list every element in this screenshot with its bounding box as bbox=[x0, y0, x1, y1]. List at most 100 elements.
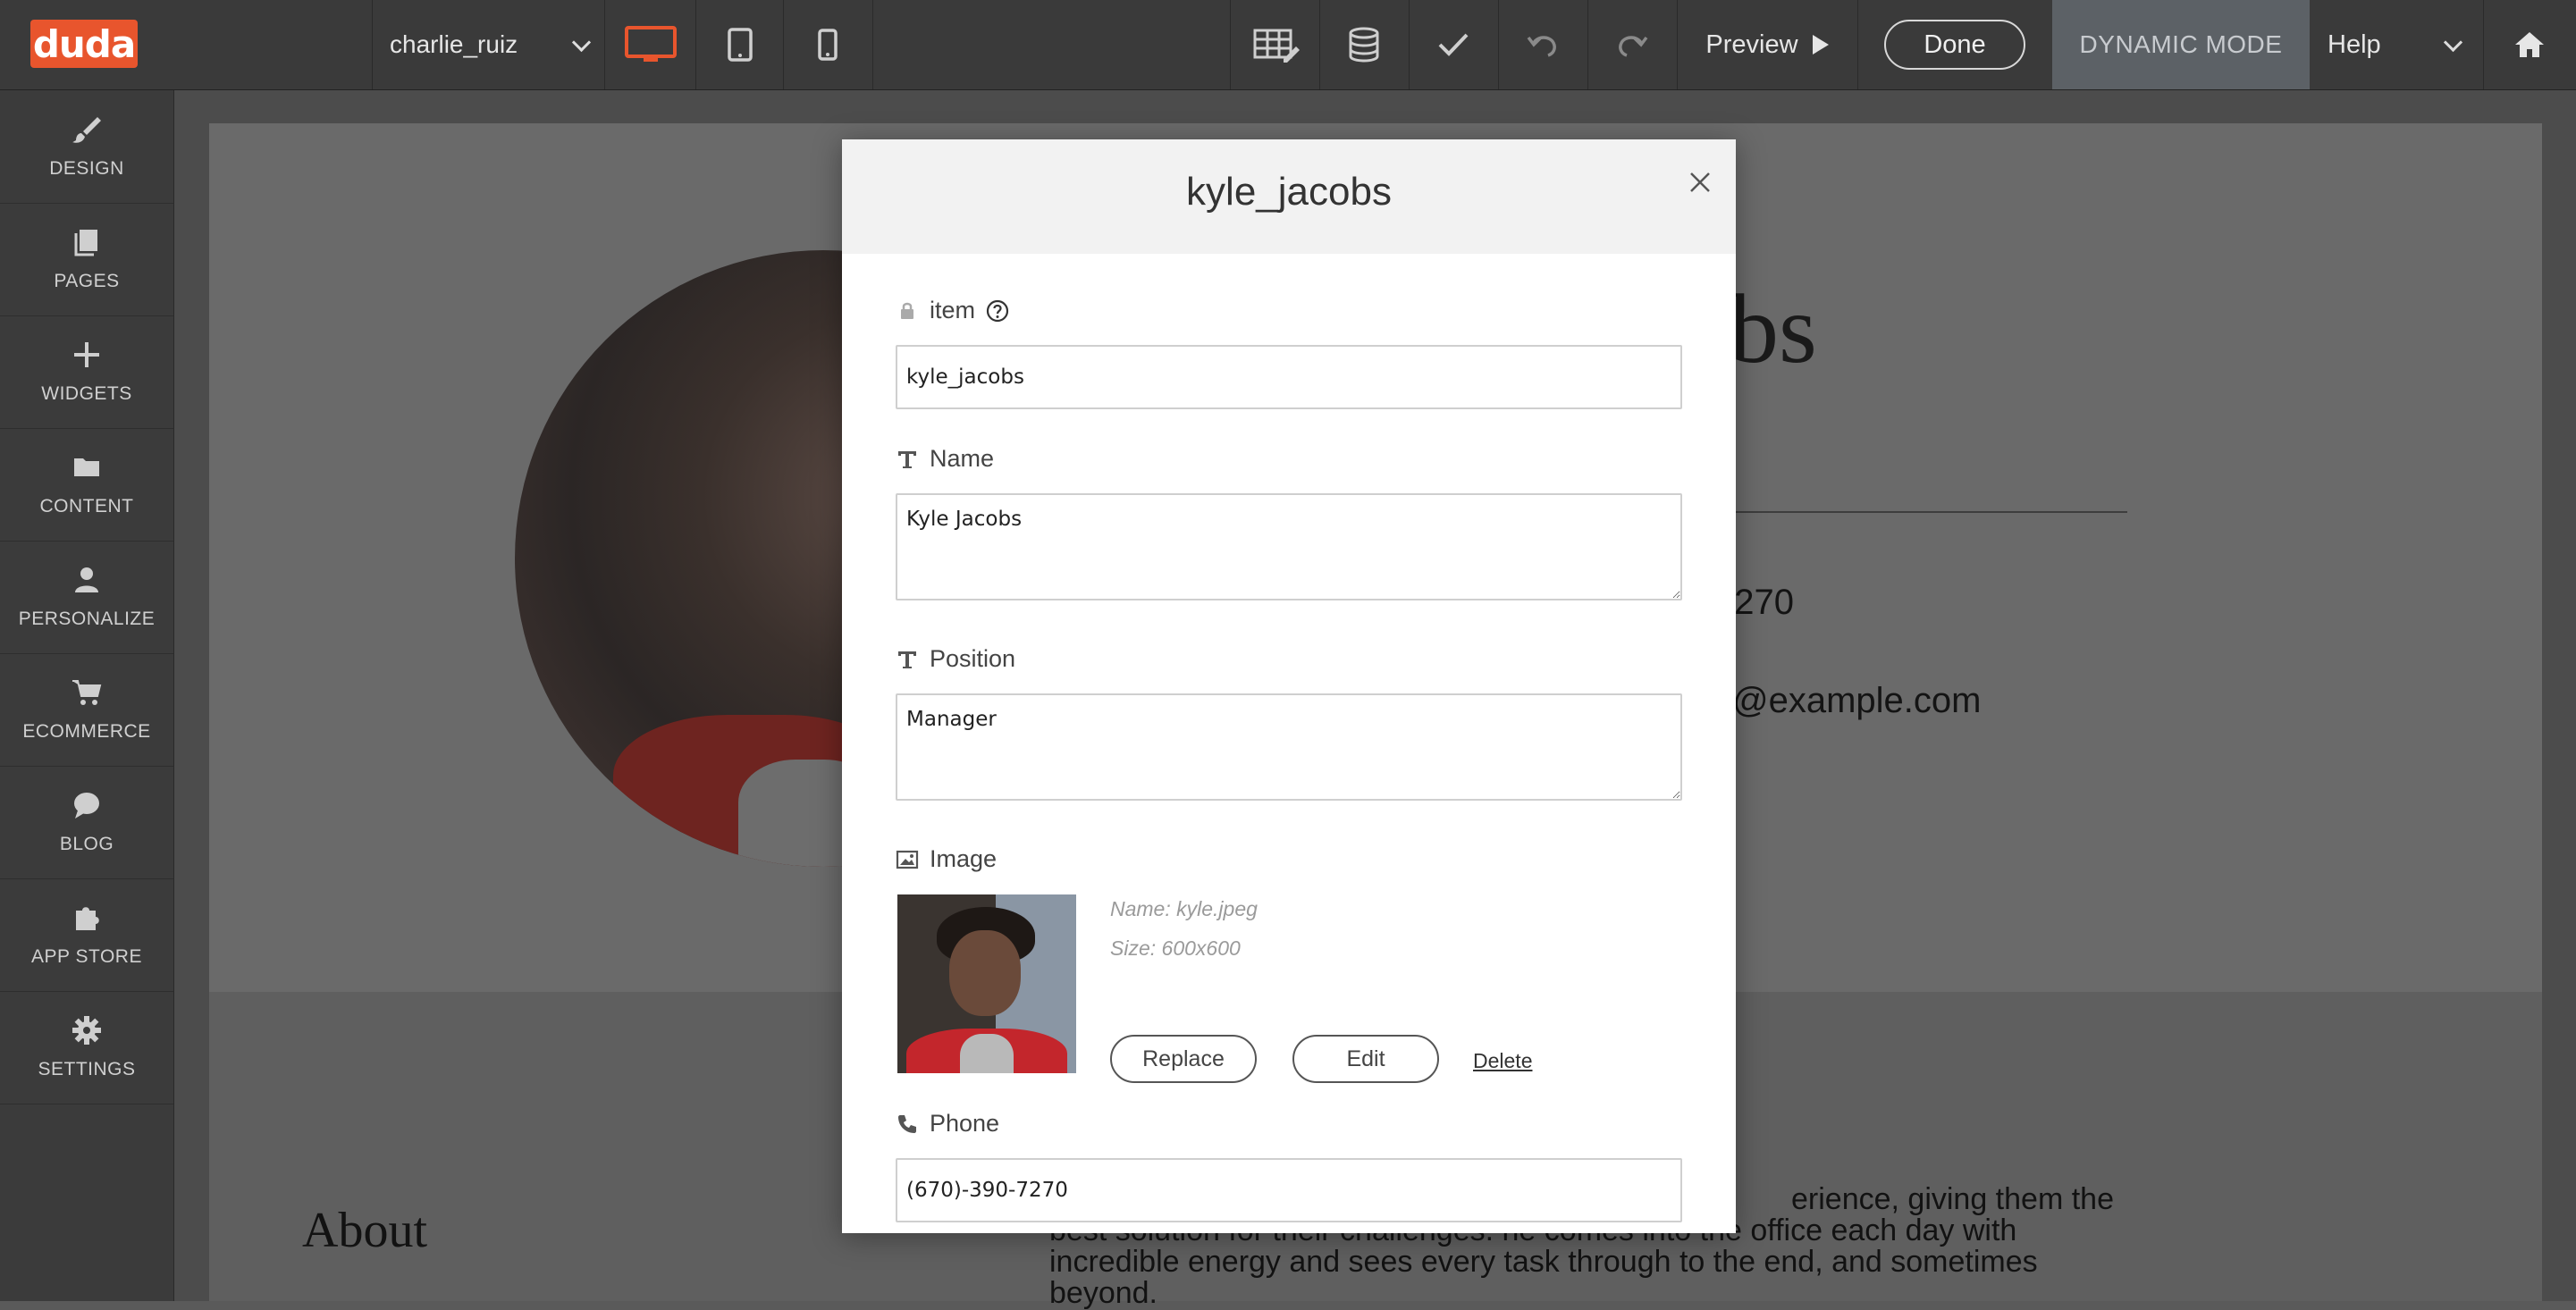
phone-input[interactable] bbox=[896, 1158, 1682, 1222]
collection-table-button[interactable] bbox=[1232, 0, 1321, 89]
duda-logo[interactable]: duda bbox=[30, 20, 138, 68]
gear-icon bbox=[72, 1016, 101, 1045]
folder-icon bbox=[74, 458, 99, 476]
edit-image-button[interactable]: Edit bbox=[1292, 1035, 1439, 1083]
sidebar-item-blog[interactable]: BLOG bbox=[0, 766, 173, 879]
puzzle-icon bbox=[76, 907, 99, 930]
brush-icon bbox=[72, 117, 101, 143]
table-edit-icon bbox=[1253, 29, 1300, 63]
about-heading: About bbox=[302, 1203, 427, 1258]
lock-icon bbox=[901, 302, 913, 319]
divider bbox=[1857, 0, 1858, 89]
item-id-input[interactable] bbox=[896, 345, 1682, 409]
sidebar-item-label: PAGES bbox=[54, 271, 120, 291]
sidebar-item-settings[interactable]: SETTINGS bbox=[0, 991, 173, 1104]
divider bbox=[372, 0, 373, 89]
play-icon bbox=[1812, 35, 1829, 55]
help-menu[interactable]: Help bbox=[2310, 0, 2483, 89]
position-label-text: Position bbox=[930, 645, 1016, 672]
chevron-down-icon bbox=[2443, 32, 2463, 52]
sidebar-item-label: WIDGETS bbox=[41, 383, 132, 404]
publish-check-button[interactable] bbox=[1409, 0, 1498, 89]
close-icon bbox=[1690, 172, 1710, 192]
undo-icon bbox=[1527, 36, 1556, 57]
home-button[interactable] bbox=[2483, 0, 2576, 89]
sidebar-item-pages[interactable]: PAGES bbox=[0, 203, 173, 316]
image-dimensions: Size: 600x600 bbox=[1110, 936, 1241, 960]
sidebar-item-label: BLOG bbox=[59, 834, 114, 854]
phone-label-text: Phone bbox=[930, 1110, 1000, 1137]
tablet-view-button[interactable] bbox=[695, 0, 785, 89]
redo-icon bbox=[1619, 36, 1648, 57]
edit-item-dialog: kyle_jacobs item Name Kyle Jacobs Positi… bbox=[842, 139, 1736, 1233]
help-label: Help bbox=[2328, 29, 2381, 59]
pages-icon bbox=[74, 230, 97, 256]
done-button[interactable]: Done bbox=[1884, 20, 2025, 70]
image-field-label: Image bbox=[896, 845, 997, 873]
home-icon bbox=[2515, 32, 2544, 57]
profile-email: s@example.com bbox=[1714, 681, 1982, 720]
sidebar-item-label: SETTINGS bbox=[38, 1059, 136, 1079]
person-icon bbox=[75, 567, 98, 592]
dynamic-mode-toggle[interactable]: DYNAMIC MODE bbox=[2052, 0, 2310, 89]
sidebar-item-label: PERSONALIZE bbox=[18, 609, 156, 629]
sidebar-item-label: CONTENT bbox=[39, 496, 134, 516]
name-textarea[interactable]: Kyle Jacobs bbox=[896, 493, 1682, 600]
delete-image-link[interactable]: Delete bbox=[1473, 1049, 1532, 1073]
desktop-view-button[interactable] bbox=[606, 0, 695, 89]
divider bbox=[872, 0, 873, 89]
position-textarea[interactable]: Manager bbox=[896, 693, 1682, 801]
top-toolbar: duda charlie_ruiz Preview Done DYNAMIC M… bbox=[0, 0, 2576, 90]
database-icon bbox=[1349, 27, 1379, 63]
name-field-label: Name bbox=[896, 445, 994, 473]
item-label-text: item bbox=[930, 297, 976, 323]
dialog-title: kyle_jacobs bbox=[1186, 170, 1392, 214]
check-icon bbox=[1438, 33, 1469, 56]
preview-button[interactable]: Preview bbox=[1679, 0, 1857, 89]
left-sidebar: DESIGN PAGES WIDGETS CONTENT PERSONALIZE… bbox=[0, 90, 174, 1301]
sidebar-item-ecommerce[interactable]: ECOMMERCE bbox=[0, 653, 173, 767]
desktop-icon bbox=[625, 26, 677, 62]
image-icon bbox=[896, 850, 919, 869]
phone-icon bbox=[898, 1114, 916, 1133]
sidebar-item-design[interactable]: DESIGN bbox=[0, 90, 173, 204]
dialog-header: kyle_jacobs bbox=[842, 139, 1736, 254]
chevron-down-icon bbox=[571, 32, 592, 52]
redo-button[interactable] bbox=[1587, 0, 1677, 89]
divider bbox=[1677, 0, 1678, 89]
close-button[interactable] bbox=[1680, 163, 1720, 202]
plus-icon bbox=[74, 342, 99, 367]
mobile-icon bbox=[818, 29, 838, 61]
sidebar-item-content[interactable]: CONTENT bbox=[0, 428, 173, 542]
replace-image-button[interactable]: Replace bbox=[1110, 1035, 1257, 1083]
name-label-text: Name bbox=[930, 445, 995, 472]
mobile-view-button[interactable] bbox=[783, 0, 872, 89]
sidebar-item-widgets[interactable]: WIDGETS bbox=[0, 315, 173, 429]
site-name: charlie_ruiz bbox=[390, 30, 518, 58]
chat-bubble-icon bbox=[74, 793, 99, 819]
text-type-icon bbox=[898, 450, 916, 468]
text-type-icon bbox=[898, 651, 916, 668]
undo-button[interactable] bbox=[1498, 0, 1587, 89]
sidebar-item-label: DESIGN bbox=[49, 158, 124, 179]
database-button[interactable] bbox=[1319, 0, 1409, 89]
divider-line bbox=[1716, 511, 2127, 513]
site-selector[interactable]: charlie_ruiz bbox=[374, 0, 604, 89]
tablet-icon bbox=[728, 28, 753, 62]
sidebar-item-app-store[interactable]: APP STORE bbox=[0, 878, 173, 992]
sidebar-item-label: APP STORE bbox=[31, 946, 142, 967]
sidebar-item-label: ECOMMERCE bbox=[22, 721, 151, 742]
photo-face-shape bbox=[949, 930, 1021, 1016]
about-line: beyond. bbox=[1049, 1276, 1158, 1310]
image-thumbnail[interactable] bbox=[897, 894, 1076, 1073]
position-field-label: Position bbox=[896, 645, 1015, 673]
divider bbox=[1230, 0, 1231, 89]
image-filename: Name: kyle.jpeg bbox=[1110, 897, 1258, 920]
item-field-label: item bbox=[896, 297, 1009, 324]
divider bbox=[604, 0, 605, 89]
phone-field-label: Phone bbox=[896, 1110, 999, 1138]
help-circle-icon[interactable] bbox=[986, 299, 1009, 323]
photo-shirt-shape bbox=[960, 1034, 1014, 1073]
sidebar-item-personalize[interactable]: PERSONALIZE bbox=[0, 541, 173, 654]
cart-icon bbox=[72, 680, 102, 705]
